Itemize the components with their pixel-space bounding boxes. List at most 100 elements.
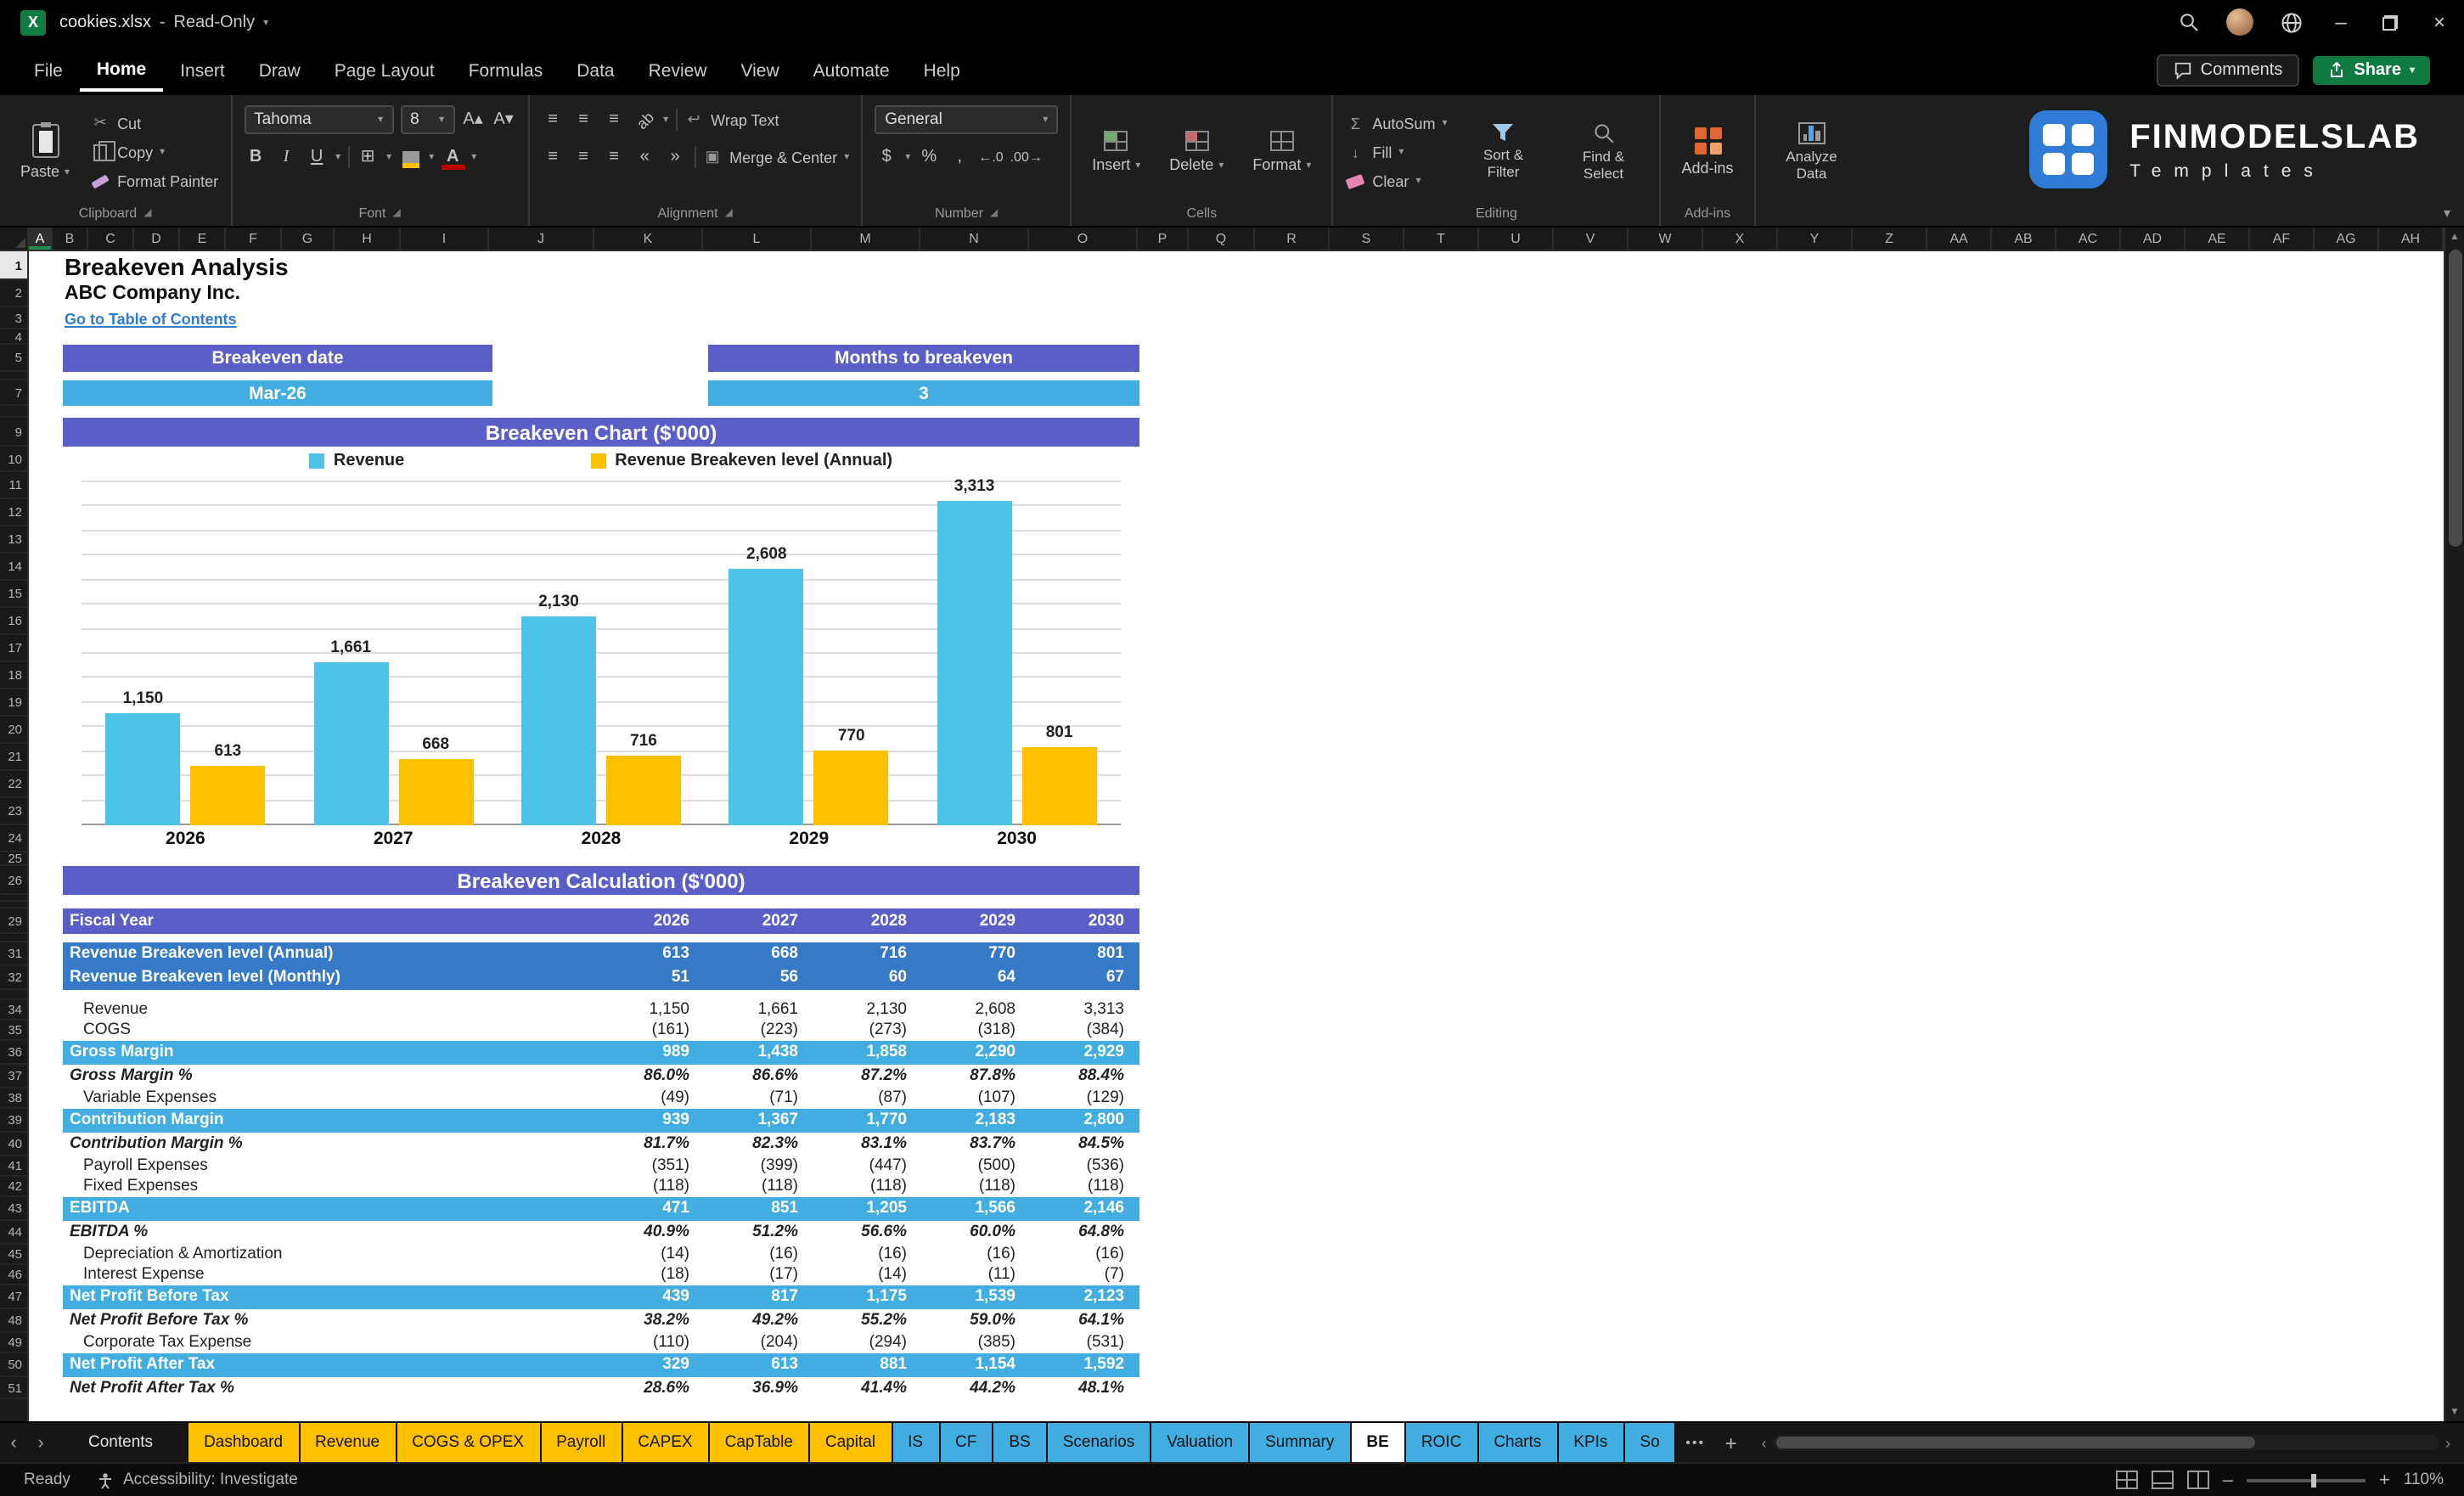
orientation-button[interactable]: ab [633, 107, 656, 132]
menu-tab-draw[interactable]: Draw [242, 49, 318, 90]
sheet-tab-scenarios[interactable]: Scenarios [1047, 1423, 1152, 1462]
row-header-17[interactable]: 17 [0, 635, 27, 662]
calc-row-interest-expense[interactable]: Interest Expense (18) (17) (14) (11) (7) [63, 1265, 1139, 1285]
row-header-23[interactable]: 23 [0, 798, 27, 825]
format-painter-button[interactable]: Format Painter [90, 168, 218, 194]
row-header-7[interactable]: 7 [0, 380, 27, 406]
font-name-select[interactable]: Tahoma ▾ [244, 105, 394, 134]
row-header-18[interactable]: 18 [0, 662, 27, 689]
breakeven-date-value[interactable]: Mar-26 [63, 380, 492, 406]
borders-button[interactable]: ⊞ [356, 144, 380, 170]
excel-app-icon[interactable]: X [20, 9, 46, 35]
row-header-22[interactable]: 22 [0, 771, 27, 798]
calc-row-gross-margin[interactable]: Gross Margin 989 1,438 1,858 2,290 2,929 [63, 1041, 1139, 1065]
row-header-12[interactable]: 12 [0, 499, 27, 526]
row-header-39[interactable]: 39 [0, 1109, 27, 1133]
column-header-m[interactable]: M [812, 228, 920, 250]
menu-tab-file[interactable]: File [17, 49, 80, 90]
horizontal-scroll-thumb[interactable] [1776, 1437, 2256, 1448]
calc-row-depreciation-amortization[interactable]: Depreciation & Amortization (14) (16) (16) (… [63, 1245, 1139, 1265]
align-top-button[interactable]: ≡ [541, 107, 565, 132]
accounting-format-button[interactable]: $ [875, 144, 898, 170]
row-header-30[interactable] [0, 934, 27, 942]
align-bottom-button[interactable]: ≡ [602, 107, 626, 132]
row-header-25[interactable]: 25 [0, 851, 27, 866]
fill-button[interactable]: ↓ Fill ▾ [1345, 139, 1447, 165]
more-sheets-button[interactable]: ••• [1677, 1423, 1714, 1462]
font-dialog-launcher[interactable]: ◢ [393, 207, 401, 219]
row-header-10[interactable]: 10 [0, 447, 27, 472]
sheet-tab-roic[interactable]: ROIC [1405, 1423, 1479, 1462]
column-header-g[interactable]: G [282, 228, 335, 250]
column-header-q[interactable]: Q [1189, 228, 1255, 250]
row-header-48[interactable]: 48 [0, 1309, 27, 1333]
scroll-down-arrow[interactable]: ▼ [2450, 1404, 2460, 1420]
autosum-button[interactable]: Σ AutoSum ▾ [1345, 110, 1448, 136]
increase-font-size-button[interactable]: A▴ [461, 107, 485, 132]
calc-row-contribution-margin[interactable]: Contribution Margin % 81.7% 82.3% 83.1% 83.7… [63, 1133, 1139, 1156]
addins-button[interactable]: Add-ins [1674, 104, 1742, 200]
share-button[interactable]: Share ▾ [2313, 55, 2430, 84]
calc-row-cogs[interactable]: COGS (161) (223) (273) (318) (384) [63, 1021, 1139, 1041]
delete-cells-button[interactable]: Delete ▾ [1161, 104, 1232, 200]
clear-button[interactable]: Clear ▾ [1345, 168, 1447, 194]
font-size-select[interactable]: 8 ▾ [400, 105, 455, 134]
row-header-37[interactable]: 37 [0, 1065, 27, 1088]
menu-tab-automate[interactable]: Automate [796, 49, 907, 90]
toc-link[interactable]: Go to Table of Contents [65, 309, 237, 329]
menu-tab-insert[interactable]: Insert [163, 49, 242, 90]
globe-button[interactable] [2265, 0, 2316, 44]
tab-scroll-right[interactable]: › [27, 1423, 54, 1462]
column-header-j[interactable]: J [489, 228, 594, 250]
row-header-40[interactable]: 40 [0, 1133, 27, 1156]
sheet-tab-captable[interactable]: CapTable [709, 1423, 810, 1462]
column-header-e[interactable]: E [180, 228, 226, 250]
maximize-button[interactable] [2366, 0, 2415, 44]
row-header-1[interactable]: 1 [0, 251, 27, 280]
row-header-34[interactable]: 34 [0, 1000, 27, 1021]
column-header-t[interactable]: T [1404, 228, 1479, 250]
column-header-s[interactable]: S [1330, 228, 1404, 250]
scroll-left-arrow[interactable]: ‹ [1762, 1434, 1767, 1451]
scroll-right-arrow[interactable]: › [2445, 1434, 2450, 1451]
sheet-tab-so[interactable]: So [1624, 1423, 1677, 1462]
calc-row-gross-margin[interactable]: Gross Margin % 86.0% 86.6% 87.2% 87.8% 88.4% [63, 1065, 1139, 1088]
calc-row-contribution-margin[interactable]: Contribution Margin 939 1,367 1,770 2,183 2,8… [63, 1109, 1139, 1133]
sheet-tab-cogs-opex[interactable]: COGS & OPEX [397, 1423, 542, 1462]
close-button[interactable]: × [2415, 0, 2464, 44]
column-header-w[interactable]: W [1629, 228, 1703, 250]
calc-row-ebitda[interactable]: EBITDA 471 851 1,205 1,566 2,146 [63, 1197, 1139, 1221]
align-left-button[interactable]: ≡ [541, 144, 565, 170]
row-header-5[interactable]: 5 [0, 345, 27, 372]
scroll-up-arrow[interactable]: ▲ [2450, 229, 2460, 245]
page-break-preview-icon[interactable] [2186, 1471, 2209, 1489]
document-title[interactable]: cookies.xlsx - Read-Only ▾ [59, 13, 268, 31]
copy-button[interactable]: Copy ▾ [90, 139, 218, 165]
row-header-3[interactable]: 3 [0, 307, 27, 329]
row-header-26[interactable]: 26 [0, 866, 27, 895]
row-header-49[interactable]: 49 [0, 1333, 27, 1353]
find-select-button[interactable]: Find & Select [1560, 104, 1648, 200]
column-header-o[interactable]: O [1029, 228, 1138, 250]
sort-filter-button[interactable]: Sort & Filter [1460, 104, 1548, 200]
column-header-ab[interactable]: AB [1992, 228, 2056, 250]
menu-tab-home[interactable]: Home [79, 48, 164, 92]
number-format-select[interactable]: General ▾ [875, 105, 1059, 134]
calc-row-net-profit-before-tax[interactable]: Net Profit Before Tax % 38.2% 49.2% 55.2% 59… [63, 1309, 1139, 1333]
row-header-20[interactable]: 20 [0, 717, 27, 744]
menu-tab-data[interactable]: Data [560, 49, 631, 90]
sheet-tab-cf[interactable]: CF [940, 1423, 994, 1462]
row-header-38[interactable]: 38 [0, 1088, 27, 1109]
select-all-corner[interactable] [0, 228, 29, 251]
row-header-41[interactable]: 41 [0, 1156, 27, 1177]
calc-row-fiscal-year-header[interactable]: Fiscal Year 2026 2027 2028 2029 2030 [63, 908, 1139, 934]
decrease-indent-button[interactable]: « [633, 144, 656, 170]
horizontal-scroll-track[interactable] [1773, 1435, 2439, 1450]
row-header-6[interactable] [0, 372, 27, 380]
menu-tab-help[interactable]: Help [907, 49, 977, 90]
row-header-47[interactable]: 47 [0, 1285, 27, 1309]
calc-row-fixed-expenses[interactable]: Fixed Expenses (118) (118) (118) (118) (118) [63, 1177, 1139, 1197]
column-header-r[interactable]: R [1255, 228, 1330, 250]
insert-cells-button[interactable]: Insert ▾ [1083, 104, 1149, 200]
sheet-tab-kpis[interactable]: KPIs [1558, 1423, 1625, 1462]
